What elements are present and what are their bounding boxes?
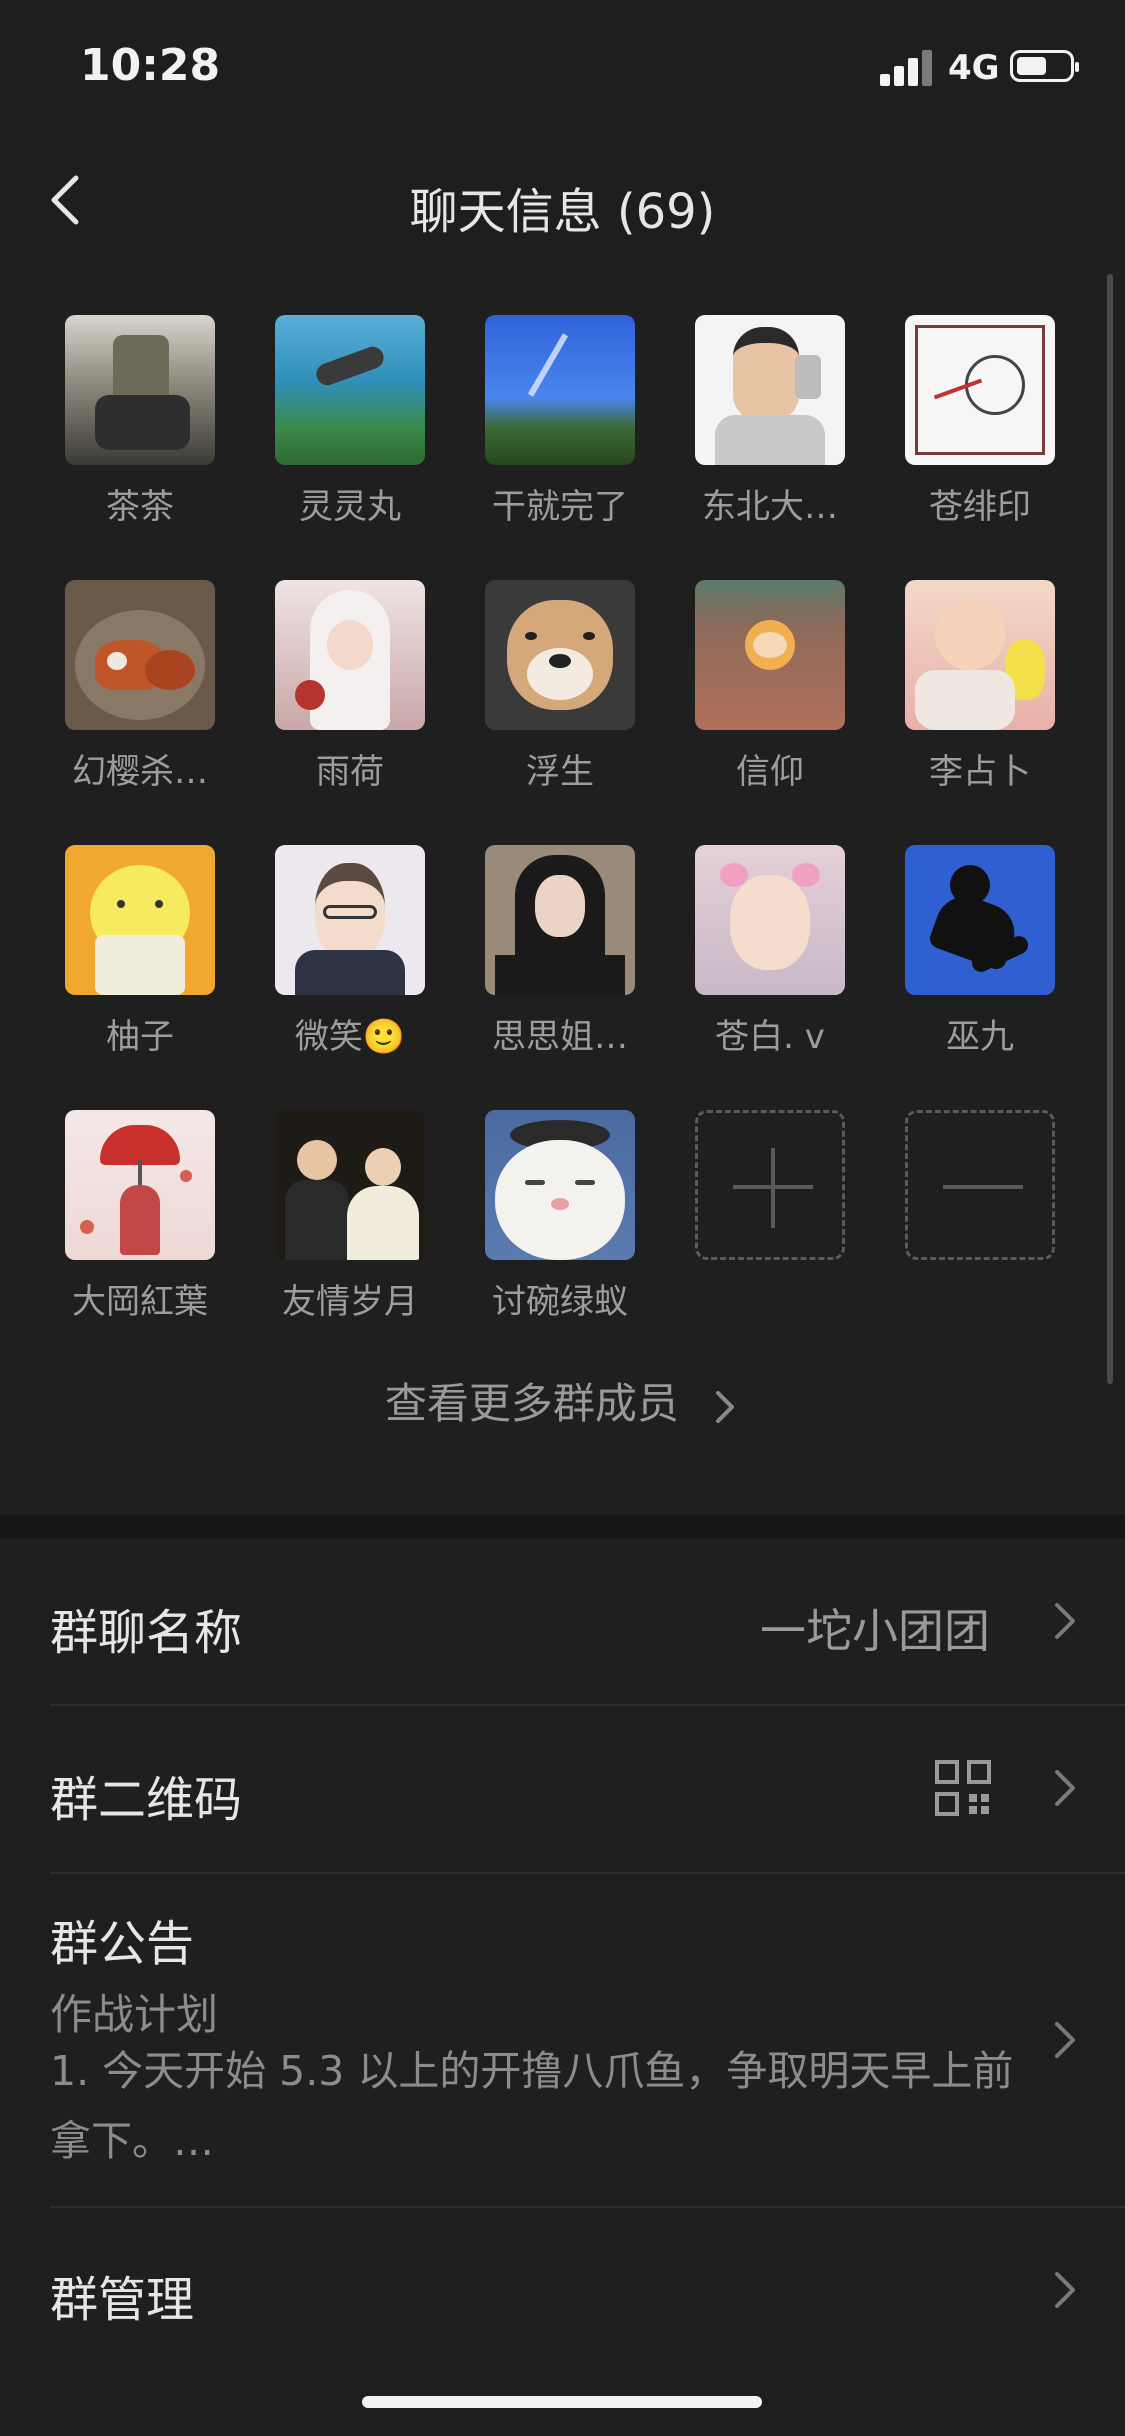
member-name: 浮生: [526, 752, 594, 792]
status-time: 10:28: [80, 40, 221, 91]
member-name: 灵灵丸: [299, 487, 401, 527]
chevron-right-icon: [716, 1390, 735, 1423]
avatar: [275, 315, 425, 465]
member-name: 思思姐…: [492, 1017, 628, 1057]
group-qrcode-label: 群二维码: [50, 1772, 243, 1828]
group-name-row[interactable]: 群聊名称 一坨小团团: [0, 1539, 1125, 1704]
member-tile[interactable]: 茶茶: [45, 315, 235, 555]
member-name: 微笑🙂: [294, 1017, 406, 1057]
chevron-right-icon: [1055, 1603, 1075, 1639]
group-qrcode-row[interactable]: 群二维码: [0, 1706, 1125, 1872]
avatar: [485, 580, 635, 730]
avatar: [695, 845, 845, 995]
member-tile[interactable]: 微笑🙂: [255, 845, 445, 1085]
member-tile[interactable]: 干就完了: [465, 315, 655, 555]
group-manage-label: 群管理: [50, 2272, 195, 2328]
group-name-label: 群聊名称: [50, 1605, 243, 1661]
plus-icon: [695, 1110, 845, 1260]
nav-bar: 聊天信息 (69): [0, 140, 1125, 260]
member-tile[interactable]: 苍绯印: [885, 315, 1075, 555]
group-notice-row[interactable]: 群公告 作战计划 1. 今天开始 5.3 以上的开撸八爪鱼，争取明天早上前拿下。…: [0, 1874, 1125, 2206]
avatar: [485, 845, 635, 995]
qrcode-icon: [935, 1760, 991, 1816]
network-type: 4G: [948, 48, 1000, 88]
avatar: [275, 845, 425, 995]
notice-body: 1. 今天开始 5.3 以上的开撸八爪鱼，争取明天早上前拿下。…: [50, 2047, 1014, 2165]
member-name: 大岡紅葉: [72, 1282, 208, 1322]
avatar: [275, 1110, 425, 1260]
section-divider: [0, 1515, 1125, 1539]
cellular-signal-icon: [880, 50, 934, 86]
member-name: 苍白. v: [715, 1017, 825, 1057]
member-tile[interactable]: 灵灵丸: [255, 315, 445, 555]
member-tile[interactable]: 李占卜: [885, 580, 1075, 820]
member-tile[interactable]: 信仰: [675, 580, 865, 820]
member-name: 茶茶: [106, 487, 174, 527]
member-tile[interactable]: 雨荷: [255, 580, 445, 820]
member-tile[interactable]: 大岡紅葉: [45, 1110, 235, 1350]
member-tile[interactable]: 思思姐…: [465, 845, 655, 1085]
avatar: [905, 580, 1055, 730]
view-more-label: 查看更多群成员: [384, 1379, 679, 1428]
avatar: [695, 315, 845, 465]
member-name: 东北大…: [702, 487, 838, 527]
avatar: [275, 580, 425, 730]
avatar: [65, 1110, 215, 1260]
member-name: 友情岁月: [282, 1282, 418, 1322]
scrollbar[interactable]: [1107, 274, 1113, 1384]
minus-icon: [905, 1110, 1055, 1260]
chevron-right-icon: [1055, 2022, 1075, 2058]
avatar: [905, 315, 1055, 465]
member-tile[interactable]: 巫九: [885, 845, 1075, 1085]
member-tile[interactable]: 幻樱杀…: [45, 580, 235, 820]
battery-icon: [1010, 50, 1079, 82]
member-name: 干就完了: [492, 487, 628, 527]
status-bar: 10:28 4G: [0, 0, 1125, 140]
member-name: 巫九: [946, 1017, 1014, 1057]
group-name-value: 一坨小团团: [760, 1604, 990, 1658]
home-indicator[interactable]: [362, 2396, 762, 2408]
member-name: 讨碗绿蚁: [492, 1282, 628, 1322]
member-grid: 茶茶 灵灵丸 干就完了 东北大… 苍绯印 幻樱杀… 雨荷 浮生 信仰 李占卜 柚…: [0, 260, 1125, 1515]
member-tile[interactable]: 柚子: [45, 845, 235, 1085]
avatar: [65, 580, 215, 730]
avatar: [485, 315, 635, 465]
chevron-right-icon: [1055, 2272, 1075, 2308]
group-manage-row[interactable]: 群管理: [0, 2208, 1125, 2374]
member-tile[interactable]: 友情岁月: [255, 1110, 445, 1350]
chevron-right-icon: [1055, 1770, 1075, 1806]
group-notice-label: 群公告: [50, 1916, 195, 1972]
add-member-button[interactable]: [675, 1110, 865, 1350]
remove-member-button[interactable]: [885, 1110, 1075, 1350]
avatar: [695, 580, 845, 730]
avatar: [485, 1110, 635, 1260]
avatar: [65, 845, 215, 995]
member-name: 幻樱杀…: [72, 752, 208, 792]
member-name: 柚子: [106, 1017, 174, 1057]
avatar: [65, 315, 215, 465]
member-tile[interactable]: 讨碗绿蚁: [465, 1110, 655, 1350]
notice-title: 作战计划: [50, 1990, 219, 2039]
avatar: [905, 845, 1055, 995]
view-more-members-link[interactable]: 查看更多群成员: [0, 1370, 1125, 1431]
member-name: 信仰: [736, 752, 804, 792]
member-tile[interactable]: 浮生: [465, 580, 655, 820]
member-name: 雨荷: [316, 752, 384, 792]
member-name: 李占卜: [929, 752, 1031, 792]
page-title: 聊天信息 (69): [409, 184, 716, 240]
member-tile[interactable]: 东北大…: [675, 315, 865, 555]
member-tile[interactable]: 苍白. v: [675, 845, 865, 1085]
member-name: 苍绯印: [929, 487, 1031, 527]
